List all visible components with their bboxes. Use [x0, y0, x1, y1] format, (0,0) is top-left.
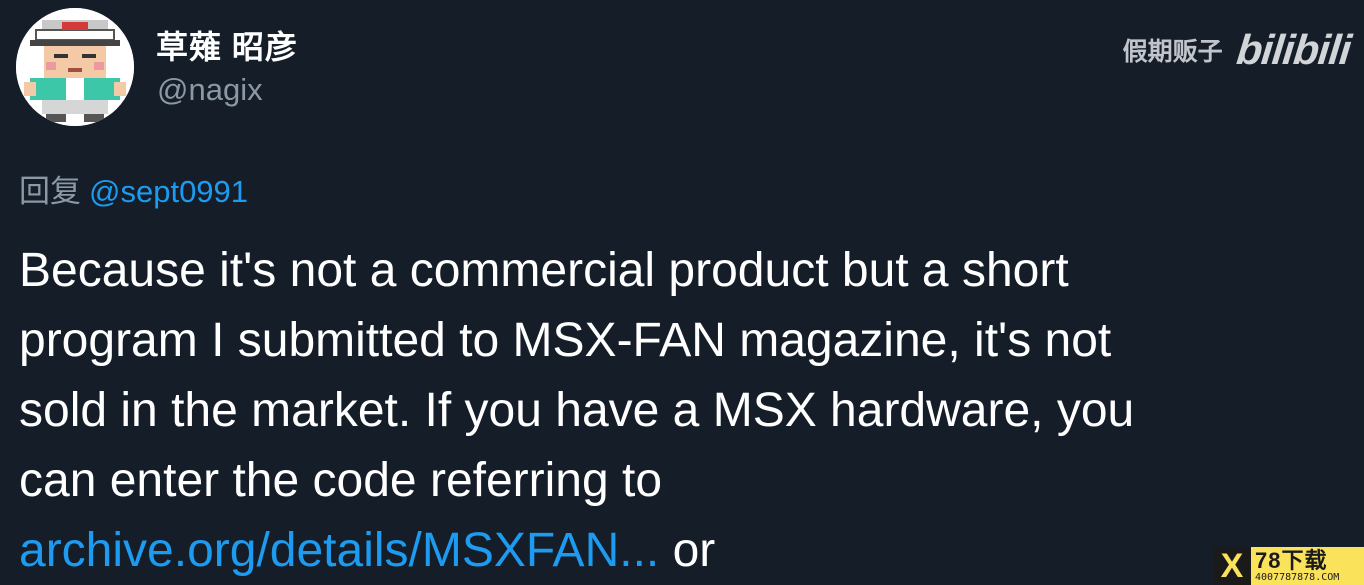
- tweet-card: 草薙 昭彦 @nagix 假期贩子 bilibili 回复 @sept0991 B…: [0, 0, 1364, 585]
- reply-context: 回复 @sept0991: [19, 166, 248, 211]
- watermark: 假期贩子 bilibili: [1122, 26, 1353, 74]
- bilibili-logo: bilibili: [1234, 26, 1353, 73]
- tweet-line: sold in the market. If you have a MSX ha…: [19, 384, 1135, 437]
- tweet-line: can enter the code referring to: [19, 454, 663, 507]
- author-handle[interactable]: @nagix: [157, 72, 263, 108]
- pixel-character-avatar-icon: [16, 8, 134, 126]
- author-display-name[interactable]: 草薙 昭彦: [156, 22, 298, 68]
- tweet-line: program I submitted to MSX-FAN magazine,…: [19, 314, 1112, 367]
- reply-target-link[interactable]: @sept0991: [89, 174, 248, 209]
- watermark-text: 假期贩子: [1122, 38, 1223, 66]
- tweet-trailing-text: or: [659, 524, 716, 577]
- tweet-line-last: archive.org/details/MSXFAN... or: [19, 516, 1319, 585]
- avatar[interactable]: [16, 8, 134, 126]
- archive-link[interactable]: archive.org/details/MSXFAN...: [19, 524, 659, 577]
- x-logo-icon: X: [1213, 547, 1251, 585]
- reply-prefix: 回复: [19, 174, 81, 209]
- tweet-line: Because it's not a commercial product bu…: [19, 244, 1069, 297]
- tweet-text: Because it's not a commercial product bu…: [19, 236, 1319, 585]
- badge-text: 78下载 4007787878.COM: [1251, 547, 1340, 583]
- badge-main-text: 78下载: [1255, 547, 1328, 573]
- site-watermark-badge: X 78下载 4007787878.COM: [1213, 547, 1364, 585]
- badge-sub-text: 4007787878.COM: [1255, 571, 1340, 583]
